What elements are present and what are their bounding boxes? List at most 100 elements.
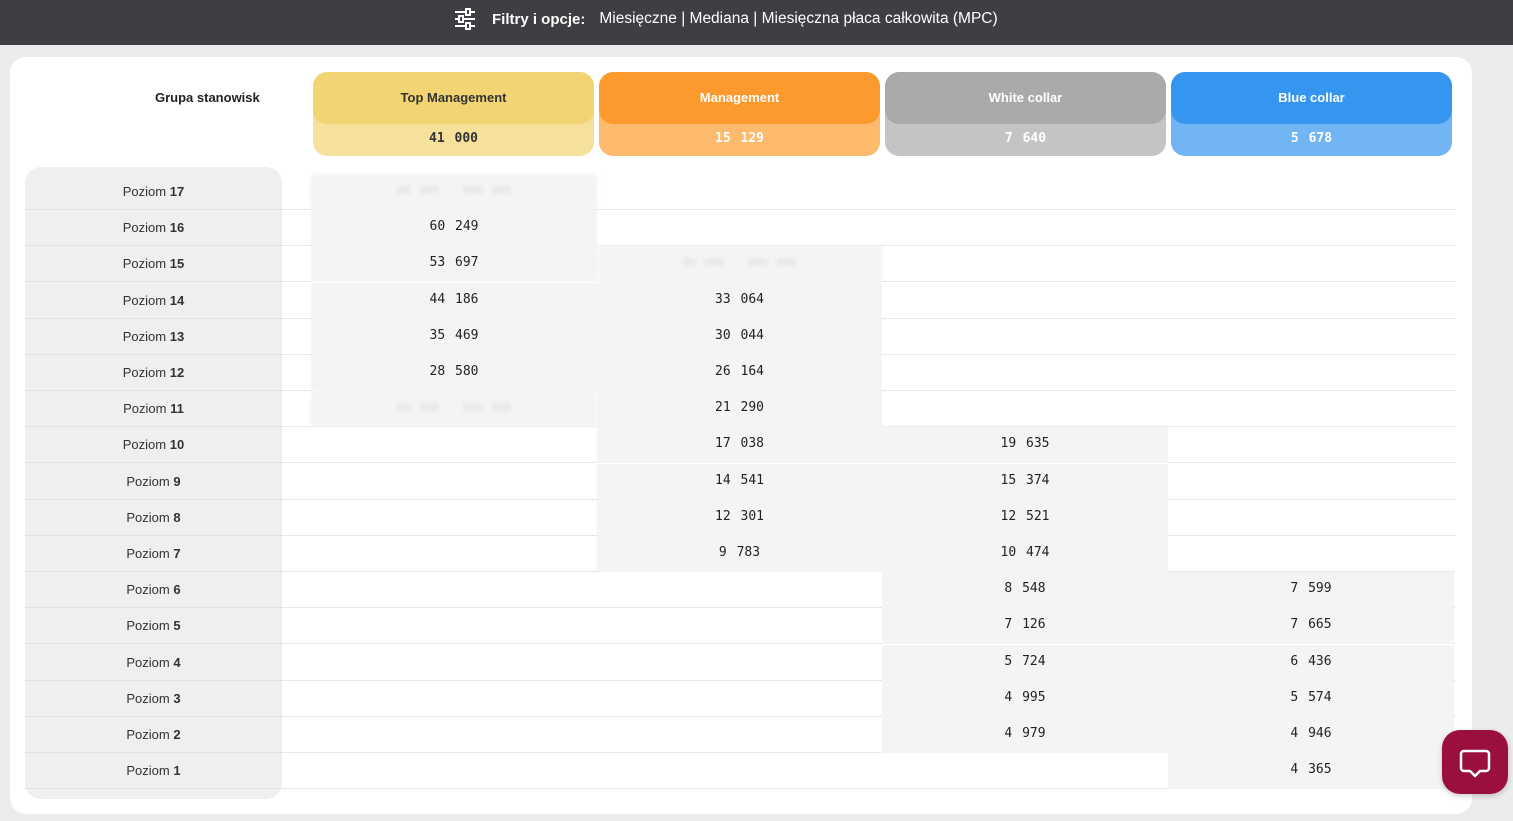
row-label-level-6: Poziom 6 xyxy=(25,572,282,608)
filters-summary[interactable]: Filtry i opcje: Miesięczne | Mediana | M… xyxy=(454,7,998,31)
table-row: 17 038 19 635 Poziom 10 xyxy=(25,427,1455,464)
column-header-white-collar[interactable]: White collar 7 640 xyxy=(885,72,1166,156)
salary-value-cell: 4 365 xyxy=(1168,753,1454,790)
salary-value-cell: 12 521 xyxy=(882,499,1168,536)
group-label: Grupa stanowisk xyxy=(155,90,260,105)
row-label-level: 17 xyxy=(169,184,185,199)
row-label-prefix: Poziom xyxy=(126,618,170,634)
row-label-level: 1 xyxy=(173,763,181,779)
filters-label: Filtry i opcje: xyxy=(492,10,586,28)
row-label-prefix: Poziom xyxy=(126,763,170,779)
row-label-prefix: Poziom xyxy=(126,727,170,742)
salary-value-cell: 44 186 xyxy=(311,282,597,319)
table-row: 8 548 7 599 Poziom 6 xyxy=(25,572,1455,609)
table-row: 44 186 33 064 Poziom 14 xyxy=(25,282,1455,319)
table-row: 60 249 Poziom 16 xyxy=(25,210,1455,247)
salary-value-cell: 5 724 xyxy=(882,644,1168,681)
salary-value-cell: 6 436 xyxy=(1168,644,1454,681)
column-title: Top Management xyxy=(313,72,594,124)
row-label-level-17: Poziom 17 xyxy=(25,174,282,210)
row-label-level-11: Poziom 11 xyxy=(25,391,282,427)
salary-value-cell: 30 044 xyxy=(597,318,882,355)
table-row: 35 469 30 044 Poziom 13 xyxy=(25,318,1455,355)
row-label-prefix: Poziom xyxy=(122,437,167,453)
chat-bubble-icon xyxy=(1459,749,1491,778)
salary-value-cell: 28 580 xyxy=(311,355,597,391)
locked-value-cell[interactable]: 00 000 - 000 000 xyxy=(597,246,882,283)
row-label-prefix: Poziom xyxy=(123,401,167,417)
salary-value-cell: 4 946 xyxy=(1168,717,1454,753)
row-label-prefix: Poziom xyxy=(122,365,167,380)
salary-value-cell: 15 374 xyxy=(882,463,1168,500)
table-row: 4 365 Poziom 1 xyxy=(25,753,1455,790)
row-label-level: 13 xyxy=(169,328,185,344)
salary-value-cell: 8 548 xyxy=(882,572,1168,609)
column-header-management[interactable]: Management 15 129 xyxy=(599,72,880,156)
help-chat-button[interactable] xyxy=(1442,730,1508,794)
table-row: 00 000 - 000 000 21 290 Poziom 11 xyxy=(25,391,1455,428)
table-row: 53 697 00 000 - 000 000 Poziom 15 xyxy=(25,246,1455,283)
row-label-level: 6 xyxy=(173,582,181,598)
table-row: 9 783 10 474 Poziom 7 xyxy=(25,536,1455,572)
row-label-level: 9 xyxy=(173,473,181,489)
column-average-value: 5 678 xyxy=(1290,131,1333,146)
table-row: 7 126 7 665 Poziom 5 xyxy=(25,608,1455,645)
row-label-level: 10 xyxy=(169,437,185,453)
row-label-level-1: Poziom 1 xyxy=(25,753,282,789)
row-label-level-5: Poziom 5 xyxy=(25,608,282,644)
table-row: 28 580 26 164 Poziom 12 xyxy=(25,355,1455,391)
column-title: White collar xyxy=(885,72,1166,124)
table-row: 4 995 5 574 Poziom 3 xyxy=(25,680,1455,717)
row-label-level-14: Poziom 14 xyxy=(25,283,282,319)
salary-value-cell: 12 301 xyxy=(597,499,882,536)
table-row: 4 979 4 946 Poziom 2 xyxy=(25,717,1455,753)
column-header-blue-collar[interactable]: Blue collar 5 678 xyxy=(1171,72,1452,156)
table-row: 12 301 12 521 Poziom 8 xyxy=(25,499,1455,536)
locked-value-cell[interactable]: 00 000 - 000 000 xyxy=(311,174,597,210)
column-average-value: 15 129 xyxy=(715,131,764,146)
row-label-level-4: Poziom 4 xyxy=(25,645,282,681)
row-label-level: 2 xyxy=(173,727,181,742)
locked-value-cell[interactable]: 00 000 - 000 000 xyxy=(311,391,597,428)
salary-value-cell: 4 995 xyxy=(882,680,1168,717)
column-header-top-management[interactable]: Top Management 41 000 xyxy=(313,72,594,156)
salary-value-cell: 35 469 xyxy=(311,318,597,355)
salary-value-cell: 9 783 xyxy=(597,536,882,572)
row-label-level: 12 xyxy=(169,365,185,380)
filters-values: Miesięczne | Mediana | Miesięczna płaca … xyxy=(599,10,998,27)
row-label-level: 15 xyxy=(169,256,185,272)
row-label-prefix: Poziom xyxy=(122,328,167,344)
row-label-level: 3 xyxy=(173,690,181,706)
salary-value-cell: 7 599 xyxy=(1168,572,1454,609)
row-label-level-13: Poziom 13 xyxy=(25,319,282,355)
row-label-level: 4 xyxy=(173,654,181,670)
row-label-level-3: Poziom 3 xyxy=(25,681,282,717)
row-label-level-9: Poziom 9 xyxy=(25,464,282,500)
column-title: Management xyxy=(599,72,880,124)
salary-value-cell: 33 064 xyxy=(597,282,882,319)
row-label-level: 8 xyxy=(173,509,181,525)
table-row: 00 000 - 000 000 Poziom 17 xyxy=(25,174,1455,210)
salary-value-cell: 60 249 xyxy=(311,210,597,247)
row-label-prefix: Poziom xyxy=(126,582,170,598)
table-row: 5 724 6 436 Poziom 4 xyxy=(25,644,1455,681)
salary-value-cell: 14 541 xyxy=(597,463,882,500)
row-label-level-15: Poziom 15 xyxy=(25,246,282,282)
salary-value-cell: 10 474 xyxy=(882,536,1168,572)
column-average-value: 41 000 xyxy=(429,131,478,146)
salary-value-cell: 53 697 xyxy=(311,246,597,283)
row-label-level: 5 xyxy=(173,618,181,634)
row-label-level-10: Poziom 10 xyxy=(25,427,282,463)
row-label-prefix: Poziom xyxy=(122,220,167,236)
row-label-prefix: Poziom xyxy=(122,184,167,199)
row-label-level: 14 xyxy=(169,292,185,308)
row-label-prefix: Poziom xyxy=(126,546,170,561)
row-label-level-12: Poziom 12 xyxy=(25,355,282,391)
row-label-level: 16 xyxy=(169,220,185,236)
salary-value-cell: 7 665 xyxy=(1168,608,1454,645)
table-row: 14 541 15 374 Poziom 9 xyxy=(25,463,1455,500)
row-label-prefix: Poziom xyxy=(126,509,170,525)
column-title: Blue collar xyxy=(1171,72,1452,124)
column-average-value: 7 640 xyxy=(1004,131,1047,146)
row-label-prefix: Poziom xyxy=(122,292,167,308)
